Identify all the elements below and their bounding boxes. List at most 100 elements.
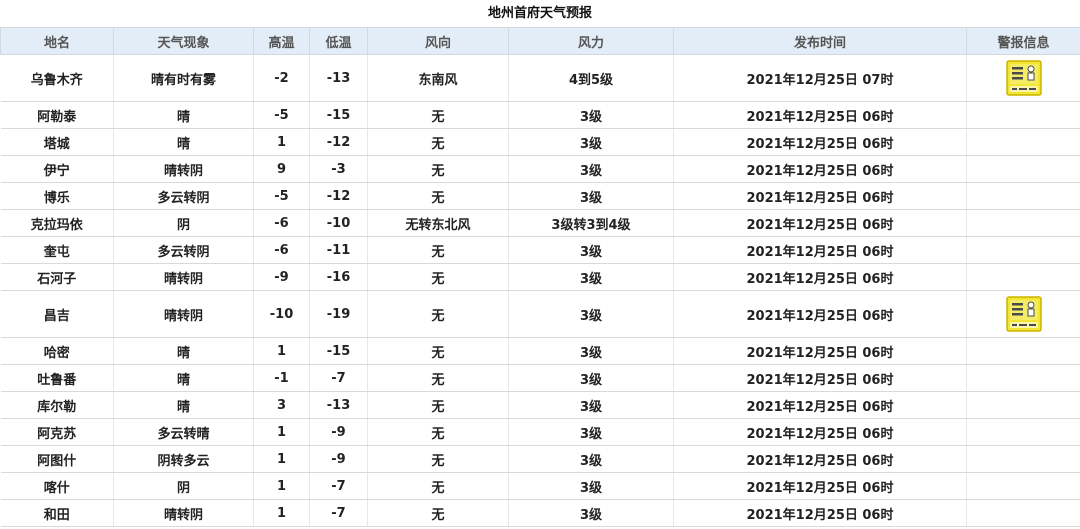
cell-high-temp: -5 (253, 101, 310, 129)
forecast-table-body: 乌鲁木齐 晴有时有雾 -2 -13 东南风 4到5级 2021年12月25日 07时 阿勒泰晴… (0, 54, 1080, 527)
cell-publish-time: 2021年12月25日 06时 (673, 337, 967, 365)
cell-weather: 晴 (113, 364, 254, 392)
cell-weather: 晴 (113, 391, 254, 419)
cell-low-temp: -13 (309, 54, 368, 102)
cell-publish-time: 2021年12月25日 06时 (673, 128, 967, 156)
column-header-warning: 警报信息 (966, 27, 1080, 55)
cell-high-temp: 1 (253, 418, 310, 446)
cell-publish-time: 2021年12月25日 07时 (673, 54, 967, 102)
cell-warning (966, 499, 1080, 527)
cell-city: 阿图什 (0, 445, 114, 473)
cell-weather: 多云转阴 (113, 182, 254, 210)
cell-publish-time: 2021年12月25日 06时 (673, 499, 967, 527)
cell-wind-direction: 无 (367, 263, 509, 291)
cell-publish-time: 2021年12月25日 06时 (673, 418, 967, 446)
cell-low-temp: -3 (309, 155, 368, 183)
cell-city: 奎屯 (0, 236, 114, 264)
cell-warning (966, 263, 1080, 291)
cell-city: 吐鲁番 (0, 364, 114, 392)
cell-weather: 阴 (113, 209, 254, 237)
cell-publish-time: 2021年12月25日 06时 (673, 290, 967, 338)
cell-low-temp: -7 (309, 364, 368, 392)
cell-low-temp: -19 (309, 290, 368, 338)
cell-low-temp: -10 (309, 209, 368, 237)
table-row: 和田 晴转阴 1 -7 无 3级 2021年12月25日 06时 (0, 499, 1080, 527)
cell-wind-force: 3级 (508, 364, 674, 392)
table-row: 石河子 晴转阴 -9 -16 无 3级 2021年12月25日 06时 (0, 263, 1080, 291)
cell-warning (966, 472, 1080, 500)
cell-city: 阿勒泰 (0, 101, 114, 129)
cell-warning (966, 182, 1080, 210)
cell-weather: 晴转阴 (113, 290, 254, 338)
cell-low-temp: -9 (309, 445, 368, 473)
table-row: 库尔勒晴 3 -13 无 3级 2021年12月25日 06时 (0, 391, 1080, 419)
cell-wind-force: 3级 (508, 128, 674, 156)
cell-city: 和田 (0, 499, 114, 527)
cell-low-temp: -12 (309, 128, 368, 156)
column-header-low-temp: 低温 (309, 27, 368, 55)
cell-wind-force: 3级转3到4级 (508, 209, 674, 237)
cell-weather: 多云转阴 (113, 236, 254, 264)
column-header-wind-force: 风力 (508, 27, 674, 55)
cell-low-temp: -7 (309, 472, 368, 500)
cell-wind-direction: 无 (367, 472, 509, 500)
table-row: 克拉玛依阴 -6 -10 无转东北风 3级转3到4级 2021年12月25日 06时 (0, 209, 1080, 237)
cell-high-temp: 3 (253, 391, 310, 419)
cell-publish-time: 2021年12月25日 06时 (673, 263, 967, 291)
cell-city: 库尔勒 (0, 391, 114, 419)
table-row: 昌吉 晴转阴 -10 -19 无 3级 2021年12月25日 06时 (0, 290, 1080, 338)
cell-low-temp: -12 (309, 182, 368, 210)
cell-publish-time: 2021年12月25日 06时 (673, 364, 967, 392)
column-header-high-temp: 高温 (253, 27, 310, 55)
warning-icon[interactable] (1006, 60, 1042, 96)
table-row: 伊宁 晴转阴 9 -3 无 3级 2021年12月25日 06时 (0, 155, 1080, 183)
cell-wind-direction: 无转东北风 (367, 209, 509, 237)
cell-low-temp: -16 (309, 263, 368, 291)
cell-weather: 晴转阴 (113, 155, 254, 183)
cell-wind-force: 3级 (508, 499, 674, 527)
table-row: 塔城晴 1 -12 无 3级 2021年12月25日 06时 (0, 128, 1080, 156)
cell-publish-time: 2021年12月25日 06时 (673, 236, 967, 264)
cell-publish-time: 2021年12月25日 06时 (673, 101, 967, 129)
cell-wind-direction: 无 (367, 418, 509, 446)
cell-warning (966, 445, 1080, 473)
cell-wind-direction: 无 (367, 391, 509, 419)
cell-wind-force: 3级 (508, 337, 674, 365)
column-header-wind-direction: 风向 (367, 27, 509, 55)
cell-warning (966, 391, 1080, 419)
page-title: 地州首府天气预报 (487, 6, 592, 21)
cell-wind-force: 3级 (508, 290, 674, 338)
cell-wind-force: 4到5级 (508, 54, 674, 102)
warning-icon[interactable] (1006, 296, 1042, 332)
table-row: 哈密晴 1 -15 无 3级 2021年12月25日 06时 (0, 337, 1080, 365)
cell-wind-direction: 无 (367, 290, 509, 338)
cell-weather: 晴转阴 (113, 263, 254, 291)
cell-wind-direction: 无 (367, 445, 509, 473)
cell-warning (966, 290, 1080, 338)
cell-wind-force: 3级 (508, 155, 674, 183)
cell-high-temp: -2 (253, 54, 310, 102)
cell-warning (966, 101, 1080, 129)
cell-low-temp: -7 (309, 499, 368, 527)
column-header-publish-time: 发布时间 (673, 27, 967, 55)
cell-wind-direction: 无 (367, 364, 509, 392)
cell-city: 哈密 (0, 337, 114, 365)
cell-high-temp: 1 (253, 472, 310, 500)
forecast-table: 地名 天气现象 高温 低温 风向 风力 发布时间 警报信息 乌鲁木齐 晴有时有雾 -… (0, 27, 1080, 527)
cell-high-temp: 9 (253, 155, 310, 183)
cell-wind-direction: 无 (367, 182, 509, 210)
column-header-weather: 天气现象 (113, 27, 254, 55)
cell-weather: 晴 (113, 337, 254, 365)
cell-high-temp: -5 (253, 182, 310, 210)
cell-wind-direction: 无 (367, 101, 509, 129)
cell-wind-direction: 无 (367, 337, 509, 365)
cell-city: 石河子 (0, 263, 114, 291)
column-header-city: 地名 (0, 27, 114, 55)
cell-low-temp: -15 (309, 101, 368, 129)
table-row: 博乐 多云转阴 -5 -12 无 3级 2021年12月25日 06时 (0, 182, 1080, 210)
cell-warning (966, 337, 1080, 365)
cell-city: 乌鲁木齐 (0, 54, 114, 102)
table-row: 奎屯 多云转阴 -6 -11 无 3级 2021年12月25日 06时 (0, 236, 1080, 264)
cell-warning (966, 155, 1080, 183)
cell-weather: 晴 (113, 128, 254, 156)
